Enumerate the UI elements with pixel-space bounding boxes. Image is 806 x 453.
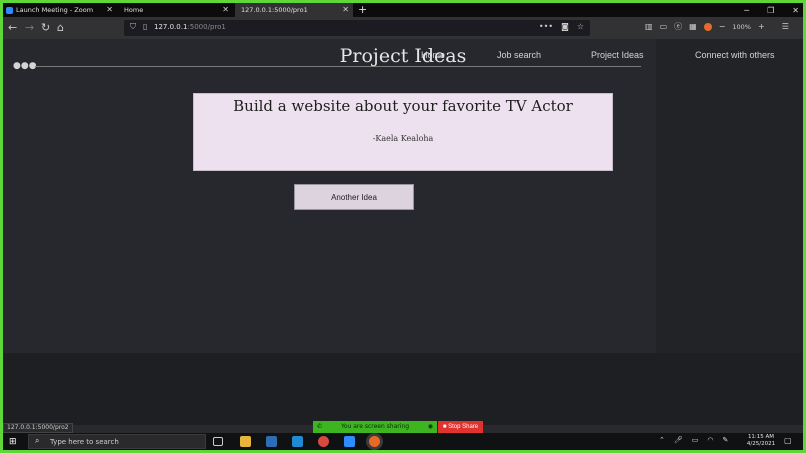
notification-icon[interactable]: ▢ [784,436,792,445]
pen-icon[interactable]: ✎ [723,436,729,444]
windows-start-icon[interactable]: ⊞ [9,437,17,447]
close-tab-icon[interactable]: ✕ [106,3,113,17]
window-controls: ─ ❐ ✕ [744,3,799,17]
firefox-icon[interactable] [369,436,380,447]
sidebar-icon[interactable]: ▭ [660,22,668,31]
zoom-in-icon[interactable]: + [758,22,765,31]
extension-grid-icon[interactable]: ▦ [689,22,697,31]
page-lower-area [3,353,803,425]
stop-share-button[interactable]: ■ Stop Share [438,421,483,433]
url-actions: ••• ◙ ☆ [539,22,584,31]
tab-label: Launch Meeting - Zoom [16,6,94,14]
wifi-icon[interactable]: ◠ [707,436,713,444]
taskbar-search[interactable]: ⌕ Type here to search [28,434,206,449]
menu-hamburger-icon[interactable]: ☰ [782,22,789,31]
phone-icon: ✆ [317,423,323,430]
library-icon[interactable]: ▥ [645,22,653,31]
stop-share-label: Stop Share [448,424,479,430]
page-right-panel: Connect with others [656,39,803,353]
tab-current-page[interactable]: 127.0.0.1:5000/pro1 ✕ [235,3,353,17]
chrome-icon[interactable] [318,436,329,447]
address-bar[interactable]: ⛉ ▯ 127.0.0.1:5000/pro1 ••• ◙ ☆ [124,20,590,36]
security-shield-icon: ◉ [427,423,433,430]
clock-time: 11:15 AM [747,434,775,440]
home-icon[interactable]: ⌂ [57,21,64,35]
close-tab-icon[interactable]: ✕ [222,3,229,17]
url-path: :5000/pro1 [187,23,226,31]
search-placeholder: Type here to search [50,438,119,446]
microphone-icon[interactable]: 🎤︎ [674,436,683,444]
sharing-indicator[interactable]: ✆ You are screen sharing ◉ [313,421,437,433]
extension-orange-icon[interactable] [703,22,712,31]
back-icon[interactable]: ← [8,21,17,35]
new-tab-icon[interactable]: + [358,3,367,16]
idea-text: Build a website about your favorite TV A… [233,97,573,115]
close-tab-icon[interactable]: ✕ [342,3,349,17]
zoom-out-icon[interactable]: − [719,22,726,31]
clock-date: 4/25/2021 [746,441,776,447]
another-idea-button[interactable]: Another Idea [294,184,414,210]
status-link-preview: 127.0.0.1:5000/pro2 [3,423,73,433]
search-icon: ⌕ [35,436,40,445]
browser-tab-strip: Launch Meeting - Zoom ✕ Home ✕ 127.0.0.1… [3,3,803,17]
system-tray: ⌃ 🎤︎ ▭ ◠ ✎ [659,436,728,444]
pocket-icon[interactable]: ◙ [561,22,569,31]
shield-icon[interactable]: ⛉ [130,22,136,32]
minimize-icon[interactable]: ─ [744,6,749,15]
reload-icon[interactable]: ↻ [41,21,50,35]
zoom-share-bar: ✆ You are screen sharing ◉ ■ Stop Share [313,421,483,433]
powershell-icon[interactable] [266,436,277,447]
url-text[interactable]: 127.0.0.1:5000/pro1 [154,23,226,31]
close-window-icon[interactable]: ✕ [792,6,799,15]
tab-label: Home [124,6,144,14]
toolbar-right: ▥ ▭ ⓔ ▦ − 100% + ☰ [645,21,789,32]
page-title: Project Ideas [339,45,467,67]
zoom-level[interactable]: 100% [732,23,751,31]
battery-icon[interactable]: ▭ [692,436,699,444]
idea-author: -Kaela Kealoha [372,134,434,143]
restore-icon[interactable]: ❐ [767,6,774,15]
screen: Launch Meeting - Zoom ✕ Home ✕ 127.0.0.1… [3,3,803,450]
zoom-app-icon[interactable] [344,436,355,447]
page-info-icon[interactable]: ▯ [143,22,147,31]
tab-home[interactable]: Home ✕ [119,3,233,17]
forward-icon[interactable]: → [25,21,34,35]
url-host: 127.0.0.1 [154,23,188,31]
tab-label: 127.0.0.1:5000/pro1 [241,6,308,14]
browser-toolbar: ← → ↻ ⌂ ⛉ ▯ 127.0.0.1:5000/pro1 ••• ◙ ☆ … [3,17,803,39]
vscode-icon[interactable] [292,436,303,447]
file-explorer-icon[interactable] [240,436,251,447]
zoom-favicon-icon [6,6,13,14]
sharing-text: You are screen sharing [340,423,410,430]
tray-overflow-icon[interactable]: ⌃ [659,436,665,444]
tab-zoom-meeting[interactable]: Launch Meeting - Zoom ✕ [3,3,117,17]
windows-taskbar: ⊞ ⌕ Type here to search ⌃ 🎤︎ ▭ ◠ ✎ 11:15… [3,433,803,450]
more-actions-icon[interactable]: ••• [539,22,553,31]
bookmark-star-icon[interactable]: ☆ [577,22,584,31]
idea-card: Build a website about your favorite TV A… [193,93,613,171]
task-view-icon[interactable] [213,437,223,446]
taskbar-clock[interactable]: 11:15 AM 4/25/2021 [743,434,779,448]
extension-e-icon[interactable]: ⓔ [674,21,682,32]
